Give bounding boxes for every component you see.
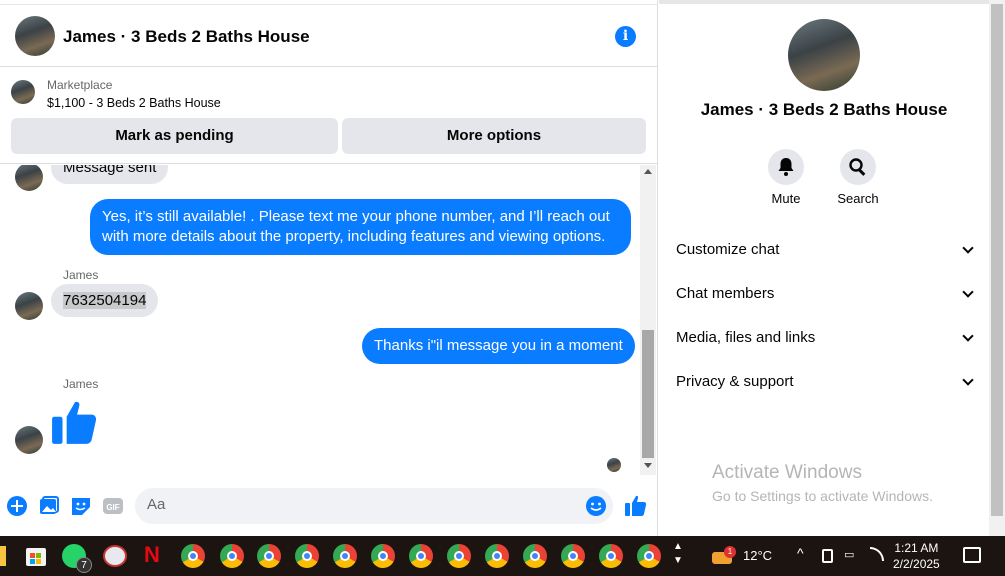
message-thread: Message sent Yes, it’s still available! …: [0, 165, 640, 475]
chat-header: James · 3 Beds 2 Baths House i: [0, 4, 658, 67]
app-window: James · 3 Beds 2 Baths House i Marketpla…: [0, 0, 1005, 576]
sticker-icon[interactable]: [70, 495, 92, 517]
watermark-title: Activate Windows: [712, 462, 862, 483]
listing-title[interactable]: $1,100 - 3 Beds 2 Baths House: [47, 96, 221, 110]
svg-text:GIF: GIF: [106, 503, 119, 512]
chrome-icon[interactable]: [561, 544, 585, 568]
scroll-up-icon[interactable]: [644, 169, 652, 174]
netflix-icon[interactable]: N: [144, 542, 160, 568]
taskbar-scroll-arrows[interactable]: ▲ ▼: [673, 540, 683, 568]
chat-title[interactable]: James · 3 Beds 2 Baths House: [63, 27, 310, 47]
scroll-thumb[interactable]: [642, 330, 654, 458]
photo-icon[interactable]: [38, 495, 60, 517]
thread-scrollbar[interactable]: [640, 165, 656, 475]
gif-icon[interactable]: GIF: [102, 495, 124, 517]
section-label: Media, files and links: [676, 329, 816, 346]
battery-icon[interactable]: ▭: [844, 548, 854, 561]
chrome-icon[interactable]: [599, 544, 623, 568]
chrome-icon[interactable]: [447, 544, 471, 568]
info-icon[interactable]: i: [615, 26, 636, 47]
chevron-down-icon: [962, 286, 974, 298]
search-icon[interactable]: [840, 149, 876, 185]
plus-circle-icon[interactable]: [6, 495, 28, 517]
thumbs-up-icon: [52, 401, 97, 444]
page-scrollbar[interactable]: [989, 0, 1005, 536]
bell-icon[interactable]: [768, 149, 804, 185]
snipping-tool-icon[interactable]: [103, 545, 127, 567]
sender-name: James: [63, 268, 99, 282]
sender-name: James: [63, 377, 99, 391]
more-options-button[interactable]: More options: [342, 118, 646, 154]
clock-date: 2/2/2025: [893, 557, 940, 571]
message-bubble-in: 7632504194: [51, 284, 159, 317]
search-label: Search: [837, 191, 879, 206]
contact-avatar-large[interactable]: [788, 19, 860, 91]
panel-title: James · 3 Beds 2 Baths House: [700, 100, 948, 119]
weather-icon[interactable]: 1: [712, 546, 736, 566]
listing-thumbnail[interactable]: [11, 80, 35, 104]
system-clock[interactable]: 1:21 AM 2/2/2025: [893, 540, 940, 572]
marketplace-listing: Marketplace $1,100 - 3 Beds 2 Baths Hous…: [0, 68, 658, 164]
privacy-support-section[interactable]: Privacy & support: [676, 373, 974, 390]
message-avatar: [15, 165, 43, 191]
page-scroll-thumb[interactable]: [991, 4, 1003, 516]
section-label: Privacy & support: [676, 373, 794, 390]
message-avatar: [15, 292, 43, 320]
section-label: Chat members: [676, 285, 775, 302]
message-input-box[interactable]: [135, 488, 613, 524]
wifi-icon[interactable]: [870, 547, 884, 561]
watermark-subtitle: Go to Settings to activate Windows.: [712, 488, 933, 504]
whatsapp-icon[interactable]: 7: [62, 544, 92, 573]
chrome-icon[interactable]: [295, 544, 319, 568]
scroll-down-icon[interactable]: [644, 463, 652, 468]
section-label: Customize chat: [676, 241, 780, 258]
chevron-down-icon: [962, 330, 974, 342]
clock-time: 1:21 AM: [894, 541, 939, 555]
mute-label: Mute: [771, 191, 801, 206]
message-avatar: [15, 426, 43, 454]
search-action[interactable]: Search: [828, 149, 888, 206]
chrome-icon[interactable]: [485, 544, 509, 568]
media-files-links-section[interactable]: Media, files and links: [676, 329, 974, 346]
chrome-icon[interactable]: [523, 544, 547, 568]
message-bubble-out: Thanks i"il message you in a moment: [362, 328, 635, 364]
chevron-down-icon: [962, 374, 974, 386]
chrome-icon[interactable]: [409, 544, 433, 568]
conversation-info-panel: James · 3 Beds 2 Baths House Mute Search…: [659, 0, 989, 536]
mark-as-pending-button[interactable]: Mark as pending: [11, 118, 338, 154]
chevron-down-icon: [962, 242, 974, 254]
emoji-icon[interactable]: [585, 495, 607, 517]
read-receipt-avatar: [607, 458, 621, 472]
notification-icon[interactable]: [963, 547, 981, 563]
chrome-icon[interactable]: [181, 544, 205, 568]
message-composer: GIF: [0, 484, 658, 530]
file-explorer-icon[interactable]: [0, 546, 6, 566]
whatsapp-badge: 7: [76, 557, 92, 573]
chat-pane: James · 3 Beds 2 Baths House i Marketpla…: [0, 0, 658, 536]
chrome-icon[interactable]: [333, 544, 357, 568]
message-bubble-in: Message sent: [51, 165, 169, 184]
meet-now-icon[interactable]: [822, 549, 833, 563]
customize-chat-section[interactable]: Customize chat: [676, 241, 974, 258]
chevron-up-icon[interactable]: ^: [797, 545, 804, 561]
mute-action[interactable]: Mute: [756, 149, 816, 206]
chat-members-section[interactable]: Chat members: [676, 285, 974, 302]
listing-category: Marketplace: [47, 78, 113, 92]
contact-avatar[interactable]: [15, 16, 55, 56]
message-bubble-out: Yes, it’s still available! . Please text…: [90, 199, 631, 255]
activate-windows-watermark: Activate Windows Go to Settings to activ…: [712, 462, 933, 504]
windows-taskbar: 7 N ▲ ▼ 1 12°C ^ ▭ 1:21 AM 2/2/2025: [0, 536, 1005, 576]
chrome-icon[interactable]: [220, 544, 244, 568]
message-input[interactable]: [147, 496, 567, 513]
store-icon[interactable]: [24, 544, 48, 568]
phone-number-text: 7632504194: [63, 292, 147, 309]
chrome-icon[interactable]: [637, 544, 661, 568]
temperature[interactable]: 12°C: [743, 548, 772, 563]
chrome-icon[interactable]: [371, 544, 395, 568]
weather-badge: 1: [724, 546, 736, 558]
chrome-icon[interactable]: [257, 544, 281, 568]
like-send-icon[interactable]: [624, 494, 648, 518]
